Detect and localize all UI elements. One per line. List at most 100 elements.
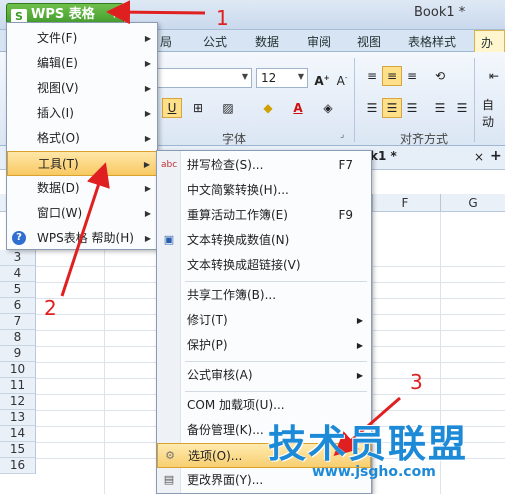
text-direction-icon[interactable]: ⟲ — [430, 66, 450, 86]
font-name-combo[interactable]: ▼ — [150, 68, 252, 88]
menu-item-spell-check[interactable]: abc 拼写检查(S)... F7 — [157, 153, 371, 178]
row-header[interactable]: 13 — [0, 410, 36, 426]
menu-item-text-to-hyperlink[interactable]: 文本转换成超链接(V) — [157, 253, 371, 278]
underline-icon[interactable]: U — [162, 98, 182, 118]
workbook-tab[interactable]: k1 * — [370, 149, 397, 163]
menu-item-protect[interactable]: 保护(P) ▶ — [157, 333, 371, 358]
row-header[interactable]: 5 — [0, 282, 36, 298]
menu-shortcut: F9 — [338, 208, 353, 222]
menu-item-view[interactable]: 视图(V) ▶ — [7, 76, 157, 101]
row-header[interactable]: 3 — [0, 250, 36, 266]
menu-item-file[interactable]: 文件(F) ▶ — [7, 26, 157, 51]
menu-item-com-addins[interactable]: COM 加载项(U)... — [157, 393, 371, 418]
menu-item-label: 插入(I) — [37, 106, 74, 120]
chevron-right-icon: ▶ — [144, 209, 151, 218]
close-icon[interactable]: × — [474, 150, 484, 164]
grow-font-icon[interactable]: A+ — [312, 68, 332, 88]
watermark: 技术员联盟 www.jsgho.com — [268, 424, 504, 480]
menu-item-label: 共享工作簿(B)... — [187, 288, 277, 302]
font-color-icon[interactable]: A — [288, 98, 308, 118]
shrink-font-icon[interactable]: A- — [332, 68, 352, 88]
chevron-right-icon: ▶ — [144, 134, 151, 143]
convert-number-icon: ▣ — [163, 233, 175, 246]
menu-item-revisions[interactable]: 修订(T) ▶ — [157, 308, 371, 333]
row-header[interactable]: 11 — [0, 378, 36, 394]
chevron-right-icon: ▶ — [144, 34, 151, 43]
row-header[interactable]: 12 — [0, 394, 36, 410]
add-tab-icon[interactable]: + — [490, 148, 502, 164]
tab-formula[interactable]: 公式 — [203, 33, 227, 50]
menu-item-formula-audit[interactable]: 公式审核(A) ▶ — [157, 363, 371, 388]
column-header-f[interactable]: F — [370, 196, 440, 210]
row-header[interactable]: 4 — [0, 266, 36, 282]
chevron-right-icon: ▶ — [144, 234, 151, 243]
clear-format-icon[interactable]: ◈ — [318, 98, 338, 118]
menu-item-data[interactable]: 数据(D) ▶ — [7, 176, 157, 201]
menu-item-share-workbook[interactable]: 共享工作簿(B)... — [157, 283, 371, 308]
menu-separator — [185, 391, 367, 392]
tab-layout[interactable]: 局 — [160, 33, 172, 50]
row-header[interactable]: 15 — [0, 442, 36, 458]
menu-shortcut: F7 — [338, 158, 353, 172]
tab-table-style[interactable]: 表格样式 — [408, 33, 456, 50]
document-title: Book1 * — [414, 5, 466, 20]
align-right-icon[interactable]: ☰ — [402, 98, 422, 118]
menu-item-insert[interactable]: 插入(I) ▶ — [7, 101, 157, 126]
annotation-number-3: 3 — [410, 370, 423, 394]
column-header-g[interactable]: G — [438, 196, 505, 210]
menu-item-recalculate[interactable]: 重算活动工作簿(E) F9 — [157, 203, 371, 228]
align-center-icon[interactable]: ☰ — [382, 98, 402, 118]
row-header[interactable]: 8 — [0, 330, 36, 346]
menu-item-label: 拼写检查(S)... — [187, 158, 264, 172]
row-header[interactable]: 9 — [0, 346, 36, 362]
row-header[interactable]: 14 — [0, 426, 36, 442]
align-top-icon[interactable]: ≡ — [362, 66, 382, 86]
fill-color-icon[interactable]: ▨ — [218, 98, 238, 118]
font-dialog-launcher-icon[interactable]: ⌟ — [340, 130, 344, 140]
align-middle-icon[interactable]: ≡ — [382, 66, 402, 86]
tab-review[interactable]: 审阅 — [307, 33, 331, 50]
distribute-icon[interactable]: ☰ — [452, 98, 472, 118]
menu-item-label: 文本转换成超链接(V) — [187, 258, 301, 272]
font-group-label: 字体 — [222, 132, 247, 146]
wrap-text-icon[interactable]: ⇤ — [484, 66, 504, 86]
tab-office[interactable]: 办公 — [474, 30, 505, 67]
menu-item-label: 更改界面(Y)... — [187, 473, 264, 487]
justify-icon[interactable]: ☰ — [430, 98, 450, 118]
chevron-down-icon: ▼ — [241, 72, 248, 81]
chevron-right-icon: ▶ — [356, 316, 363, 325]
row-header[interactable]: 16 — [0, 458, 36, 474]
chevron-down-icon: ▼ — [297, 72, 304, 81]
tab-view[interactable]: 视图 — [357, 33, 381, 50]
menu-item-label: 视图(V) — [37, 81, 79, 95]
menu-item-chinese-convert[interactable]: 中文简繁转换(H)... — [157, 178, 371, 203]
annotation-number-2: 2 — [44, 296, 57, 320]
menu-item-window[interactable]: 窗口(W) ▶ — [7, 201, 157, 226]
align-left-icon[interactable]: ☰ — [362, 98, 382, 118]
row-header[interactable]: 6 — [0, 298, 36, 314]
menu-item-tools[interactable]: 工具(T) ▶ — [7, 151, 157, 176]
highlight-icon[interactable]: ◆ — [258, 98, 278, 118]
menu-item-format[interactable]: 格式(O) ▶ — [7, 126, 157, 151]
auto-wrap-label[interactable]: 自动 — [482, 96, 505, 130]
menu-item-label: COM 加载项(U)... — [187, 398, 285, 412]
tab-data[interactable]: 数据 — [255, 33, 279, 50]
menu-item-label: 工具(T) — [38, 157, 79, 171]
row-header[interactable]: 10 — [0, 362, 36, 378]
grid-line — [104, 212, 105, 494]
row-header[interactable]: 7 — [0, 314, 36, 330]
menu-item-label: 修订(T) — [187, 313, 228, 327]
menu-item-text-to-number[interactable]: ▣ 文本转换成数值(N) — [157, 228, 371, 253]
font-size-combo[interactable]: 12 ▼ — [256, 68, 308, 88]
menu-item-edit[interactable]: 编辑(E) ▶ — [7, 51, 157, 76]
menu-item-help[interactable]: ? WPS表格 帮助(H) ▶ — [7, 226, 157, 251]
chevron-right-icon: ▶ — [356, 341, 363, 350]
align-bottom-icon[interactable]: ≡ — [402, 66, 422, 86]
chevron-right-icon: ▶ — [143, 160, 150, 169]
menu-item-label: 数据(D) — [37, 181, 80, 195]
menu-separator — [185, 361, 367, 362]
border-icon[interactable]: ⊞ — [188, 98, 208, 118]
menu-item-label: 编辑(E) — [37, 56, 78, 70]
menu-item-label: 备份管理(K)... — [187, 423, 264, 437]
chevron-right-icon: ▶ — [144, 59, 151, 68]
